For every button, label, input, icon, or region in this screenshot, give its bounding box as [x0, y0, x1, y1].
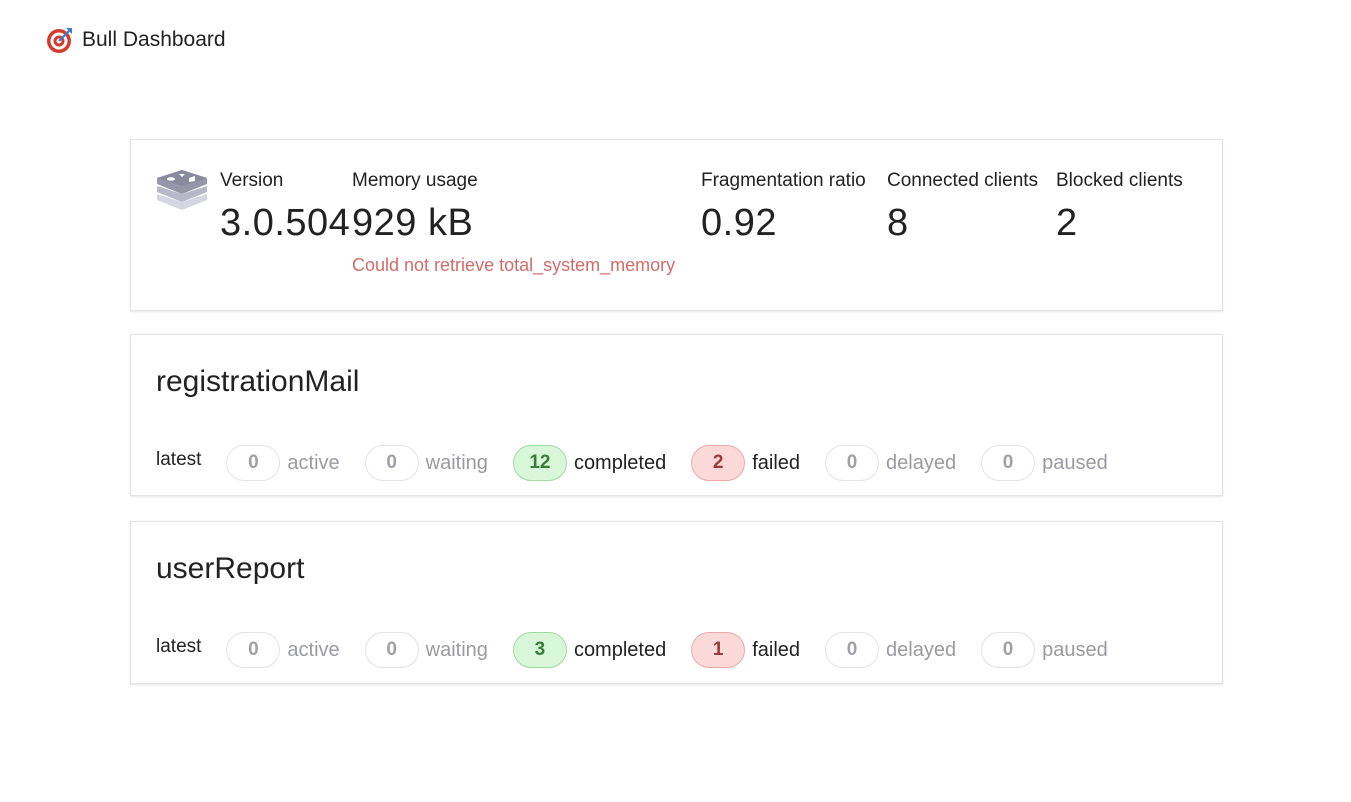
paused-label[interactable]: paused [1042, 639, 1108, 662]
failed-count-badge[interactable]: 2 [691, 445, 746, 481]
status-delayed[interactable]: 0 delayed [825, 445, 956, 481]
failed-count-badge[interactable]: 1 [691, 632, 746, 668]
status-failed[interactable]: 1 failed [691, 632, 800, 668]
redis-stats-card: Version 3.0.504 Memory usage 929 kB Coul… [130, 139, 1223, 311]
active-count-badge[interactable]: 0 [226, 445, 281, 481]
waiting-count-badge[interactable]: 0 [364, 445, 419, 481]
fragmentation-label: Fragmentation ratio [701, 170, 866, 191]
waiting-label[interactable]: waiting [426, 452, 488, 475]
active-label[interactable]: active [287, 639, 339, 662]
queue-name: registrationMail [156, 365, 360, 398]
stat-blocked-clients: Blocked clients 2 [1056, 170, 1183, 245]
memory-error: Could not retrieve total_system_memory [352, 255, 676, 275]
status-paused[interactable]: 0 paused [981, 632, 1108, 668]
status-completed[interactable]: 12 completed [512, 445, 666, 481]
waiting-count-badge[interactable]: 0 [364, 632, 419, 668]
target-logo-icon[interactable] [46, 26, 74, 54]
delayed-label[interactable]: delayed [886, 452, 956, 475]
completed-count-badge[interactable]: 12 [512, 445, 567, 481]
queue-card: registrationMail latest 0 active 0 waiti… [130, 334, 1223, 496]
redis-stack-icon [155, 168, 209, 216]
waiting-label[interactable]: waiting [426, 639, 488, 662]
failed-label[interactable]: failed [752, 639, 800, 662]
paused-count-badge[interactable]: 0 [981, 445, 1036, 481]
status-active[interactable]: 0 active [226, 445, 340, 481]
memory-label: Memory usage [352, 170, 478, 191]
queue-status-row: latest 0 active 0 waiting 12 completed 2… [156, 445, 1133, 481]
latest-label: latest [156, 636, 202, 657]
connected-clients-value: 8 [887, 202, 909, 244]
delayed-count-badge[interactable]: 0 [825, 632, 880, 668]
completed-count-badge[interactable]: 3 [512, 632, 567, 668]
connected-clients-label: Connected clients [887, 170, 1039, 191]
stat-connected-clients: Connected clients 8 [887, 170, 1038, 245]
status-waiting[interactable]: 0 waiting [364, 445, 488, 481]
version-value: 3.0.504 [220, 202, 351, 244]
memory-value: 929 kB [352, 202, 474, 244]
delayed-label[interactable]: delayed [886, 639, 956, 662]
status-paused[interactable]: 0 paused [981, 445, 1108, 481]
paused-count-badge[interactable]: 0 [981, 632, 1036, 668]
completed-label[interactable]: completed [574, 639, 666, 662]
failed-label[interactable]: failed [752, 452, 800, 475]
stat-memory: Memory usage 929 kB Could not retrieve t… [352, 170, 675, 276]
latest-label: latest [156, 449, 202, 470]
app-header: Bull Dashboard [46, 26, 226, 54]
blocked-clients-value: 2 [1056, 202, 1078, 244]
active-count-badge[interactable]: 0 [226, 632, 281, 668]
status-waiting[interactable]: 0 waiting [364, 632, 488, 668]
status-failed[interactable]: 2 failed [691, 445, 800, 481]
fragmentation-value: 0.92 [701, 202, 777, 244]
status-delayed[interactable]: 0 delayed [825, 632, 956, 668]
completed-label[interactable]: completed [574, 452, 666, 475]
queue-card: userReport latest 0 active 0 waiting 3 c… [130, 521, 1223, 684]
stat-fragmentation: Fragmentation ratio 0.92 [701, 170, 866, 245]
status-completed[interactable]: 3 completed [512, 632, 666, 668]
stat-version: Version 3.0.504 [220, 170, 350, 245]
paused-label[interactable]: paused [1042, 452, 1108, 475]
queue-status-row: latest 0 active 0 waiting 3 completed 1 … [156, 632, 1133, 668]
status-active[interactable]: 0 active [226, 632, 340, 668]
delayed-count-badge[interactable]: 0 [825, 445, 880, 481]
app-title[interactable]: Bull Dashboard [82, 28, 226, 52]
active-label[interactable]: active [287, 452, 339, 475]
version-label: Version [220, 170, 284, 191]
queue-name: userReport [156, 552, 305, 585]
blocked-clients-label: Blocked clients [1056, 170, 1183, 191]
